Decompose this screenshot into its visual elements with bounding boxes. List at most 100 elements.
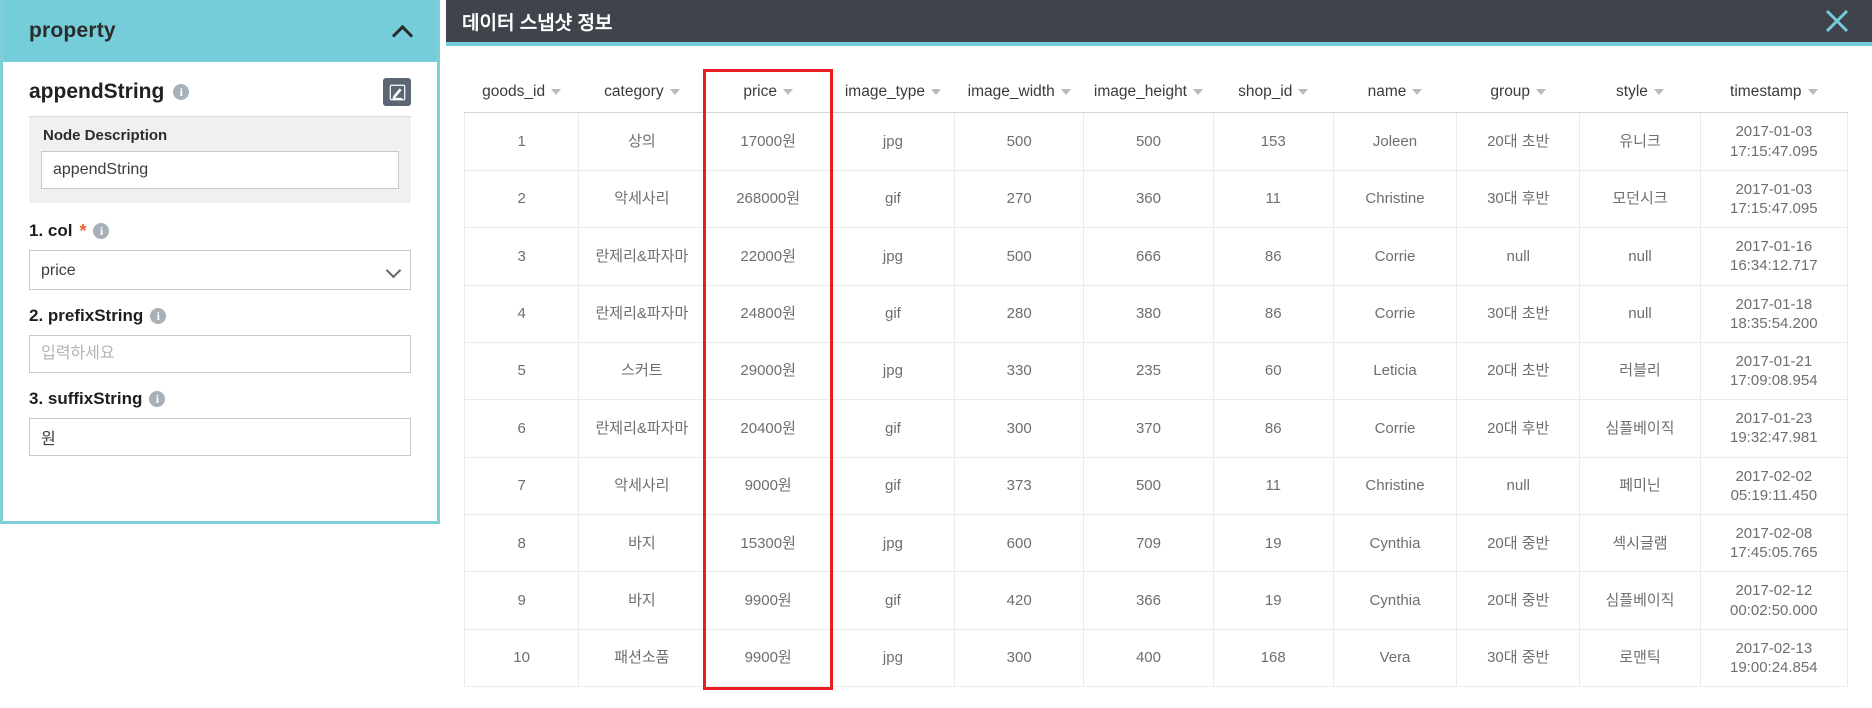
edit-pencil-icon[interactable] [383,78,411,106]
table-header-name[interactable]: name [1333,72,1457,114]
info-icon[interactable]: i [150,308,167,324]
table-row[interactable]: 7 악세사리 9000원 gif 373 500 11 Christine null 페미닌 201… [463,457,1849,516]
table-row[interactable]: 3 란제리&파자마 22000원 jpg 500 666 86 Corrie null null 2… [463,227,1849,286]
cell-name: Joleen [1333,112,1458,171]
sort-caret-icon[interactable] [1807,88,1818,95]
cell-style: 로맨틱 [1579,629,1701,688]
cell-shop_id: 153 [1213,112,1334,171]
cell-image_type: gif [831,457,956,516]
property-panel: property appendString i Node Description… [0,0,440,524]
cell-timestamp: 2017-01-21 17:09:08.954 [1700,342,1849,401]
table-header-image_type[interactable]: image_type [831,72,955,114]
cell-image_width: 300 [954,399,1085,458]
sort-caret-icon[interactable] [1193,88,1203,95]
field-col-label: 1. col * i [29,221,411,241]
table-header-image_height[interactable]: image_height [1083,72,1214,114]
cell-price: 20400원 [705,399,832,458]
cell-goods_id: 4 [463,285,580,343]
cell-image_height: 370 [1083,399,1214,458]
cell-category: 란제리&파자마 [578,399,706,458]
cell-group: 30대 초반 [1456,285,1581,343]
table-header-price[interactable]: price [705,72,832,114]
sort-caret-icon[interactable] [669,88,680,95]
cell-goods_id: 9 [463,571,580,630]
table-header-goods_id[interactable]: goods_id [464,72,579,114]
sort-caret-icon[interactable] [1536,88,1547,95]
table-header-style[interactable]: style [1579,72,1701,114]
table-header-image_width[interactable]: image_width [954,72,1084,114]
sort-caret-icon[interactable] [1412,88,1423,95]
cell-shop_id: 11 [1213,170,1334,229]
table-row[interactable]: 8 바지 15300원 jpg 600 709 19 Cynthia 20대 중반 섹시글램 201… [463,514,1849,573]
cell-style: 심플베이직 [1579,571,1701,630]
cell-image_height: 400 [1083,629,1214,688]
table-header-label: image_height [1093,83,1187,100]
table-row[interactable]: 1 상의 17000원 jpg 500 500 153 Joleen 20대 초반 유니크 2017… [463,112,1849,171]
cell-category: 바지 [578,571,706,630]
table-header-label: group [1490,83,1531,100]
cell-style: 섹시글램 [1579,514,1701,573]
cell-group: null [1456,227,1581,286]
cell-category: 상의 [578,112,706,171]
cell-goods_id: 2 [463,170,580,229]
close-icon[interactable] [1824,8,1850,34]
table-row[interactable]: 4 란제리&파자마 24800원 gif 280 380 86 Corrie 30대 초반 nul… [463,285,1849,343]
cell-goods_id: 3 [463,227,580,286]
node-title: appendString [29,80,165,103]
table-header-label: image_type [844,83,925,100]
table-header-shop_id[interactable]: shop_id [1213,72,1334,114]
info-icon[interactable]: i [173,84,190,100]
cell-goods_id: 7 [463,457,580,516]
node-description-input[interactable] [41,151,399,189]
cell-price: 17000원 [705,112,832,171]
table-header-label: goods_id [482,83,546,100]
cell-name: Corrie [1333,227,1458,286]
col-select[interactable]: price [29,250,411,290]
cell-image_width: 420 [954,571,1085,630]
table-row[interactable]: 9 바지 9900원 gif 420 366 19 Cynthia 20대 중반 심플베이직 201… [463,571,1849,630]
sort-caret-icon[interactable] [1060,88,1071,95]
cell-image_type: jpg [831,112,956,171]
cell-image_height: 360 [1083,170,1214,229]
sort-caret-icon[interactable] [782,88,793,95]
cell-goods_id: 8 [463,514,580,573]
cell-style: null [1579,285,1701,343]
cell-style: 페미닌 [1579,457,1701,516]
table-row[interactable]: 6 란제리&파자마 20400원 gif 300 370 86 Corrie 20대 후반 심플베… [463,399,1849,458]
cell-goods_id: 5 [463,342,580,401]
table-row[interactable]: 10 패션소품 9900원 jpg 300 400 168 Vera 30대 중반 로맨틱 2017… [463,629,1849,688]
cell-price: 9900원 [705,571,832,630]
cell-name: Corrie [1333,285,1458,343]
table-header-label: image_width [967,83,1055,100]
cell-goods_id: 1 [463,112,580,171]
table-header-category[interactable]: category [578,72,706,114]
cell-name: Vera [1333,629,1458,688]
cell-timestamp: 2017-02-08 17:45:05.765 [1700,514,1849,573]
cell-image_type: gif [831,285,956,343]
cell-timestamp: 2017-01-16 16:34:12.717 [1700,227,1849,286]
cell-image_height: 380 [1083,285,1214,343]
cell-image_height: 500 [1083,457,1214,516]
table-row[interactable]: 2 악세사리 268000원 gif 270 360 11 Christine 30대 후반 모던… [463,170,1849,229]
suffix-string-input[interactable] [29,418,411,456]
table-header-label: price [743,83,777,100]
sort-caret-icon[interactable] [1298,88,1309,95]
prefix-string-input[interactable] [29,335,411,373]
sort-caret-icon[interactable] [1653,88,1664,95]
sort-caret-icon[interactable] [930,88,941,95]
table-header-group[interactable]: group [1456,72,1580,114]
chevron-up-icon[interactable] [393,21,413,41]
cell-group: 20대 초반 [1456,342,1581,401]
cell-image_type: jpg [831,227,956,286]
cell-timestamp: 2017-02-13 19:00:24.854 [1700,629,1849,688]
sort-caret-icon[interactable] [551,88,562,95]
property-panel-body: appendString i Node Description appendSt… [3,62,437,456]
info-icon[interactable]: i [93,223,110,239]
cell-shop_id: 86 [1213,285,1334,343]
cell-image_type: gif [831,399,956,458]
cell-style: 모던시크 [1579,170,1701,229]
cell-style: 러블리 [1579,342,1701,401]
info-icon[interactable]: i [149,391,166,407]
table-row[interactable]: 5 스커트 29000원 jpg 330 235 60 Leticia 20대 초반 러블리 201… [463,342,1849,401]
table-header-timestamp[interactable]: timestamp [1700,72,1848,114]
